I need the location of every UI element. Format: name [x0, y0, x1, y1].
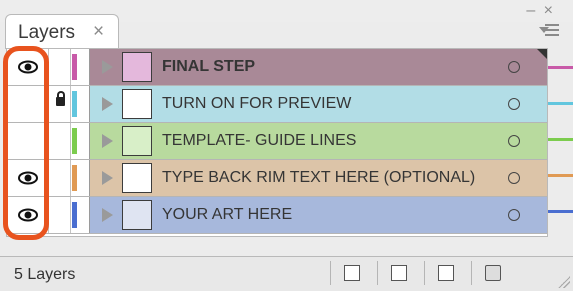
- tab-close-icon[interactable]: ×: [93, 21, 104, 43]
- layer-name[interactable]: YOUR ART HERE: [162, 206, 292, 224]
- target-circle-icon[interactable]: [508, 209, 520, 221]
- lock-toggle[interactable]: [49, 49, 71, 85]
- layer-row[interactable]: FINAL STEP: [7, 49, 547, 86]
- trash-icon: [485, 265, 501, 281]
- layer-name[interactable]: TYPE BACK RIM TEXT HERE (OPTIONAL): [162, 169, 475, 187]
- layer-body[interactable]: YOUR ART HERE: [90, 197, 547, 233]
- panel-footer: 5 Layers: [0, 256, 573, 291]
- layer-row[interactable]: TYPE BACK RIM TEXT HERE (OPTIONAL): [7, 160, 547, 197]
- disclosure-triangle-icon[interactable]: [102, 134, 113, 148]
- lock-toggle[interactable]: [49, 197, 71, 233]
- layers-panel: – × Layers × FINAL STEP TURN ON FOR PREVI…: [0, 0, 573, 291]
- layer-color-swatch: [72, 165, 77, 191]
- target-circle-icon[interactable]: [508, 61, 520, 73]
- lock-icon: [56, 91, 65, 106]
- disclosure-triangle-icon[interactable]: [102, 208, 113, 222]
- selected-art-indicator: [537, 49, 547, 59]
- target-circle-icon[interactable]: [508, 135, 520, 147]
- layer-name[interactable]: FINAL STEP: [162, 58, 255, 76]
- target-circle-icon[interactable]: [508, 98, 520, 110]
- layer-thumbnail: [122, 163, 152, 193]
- artboard-edge-final-step: [548, 66, 573, 69]
- layer-color-swatch: [72, 128, 77, 154]
- visibility-column-highlight: [3, 46, 49, 240]
- new-layer-icon: [438, 265, 454, 281]
- layer-thumbnail: [122, 89, 152, 119]
- artboard-edge-template: [548, 138, 573, 141]
- layer-row[interactable]: TEMPLATE- GUIDE LINES: [7, 123, 547, 160]
- target-circle-icon[interactable]: [508, 172, 520, 184]
- layer-name[interactable]: TURN ON FOR PREVIEW: [162, 95, 351, 113]
- window-controls[interactable]: – ×: [526, 2, 555, 20]
- layer-row[interactable]: TURN ON FOR PREVIEW: [7, 86, 547, 123]
- new-sublayer-icon: [391, 265, 407, 281]
- layer-count: 5 Layers: [14, 266, 76, 283]
- layer-body[interactable]: TYPE BACK RIM TEXT HERE (OPTIONAL): [90, 160, 547, 196]
- lock-toggle[interactable]: [49, 123, 71, 159]
- disclosure-triangle-icon[interactable]: [102, 171, 113, 185]
- layer-body[interactable]: TURN ON FOR PREVIEW: [90, 86, 547, 122]
- layer-color-swatch: [72, 54, 77, 80]
- disclosure-triangle-icon[interactable]: [102, 60, 113, 74]
- tab-layers-label: Layers: [18, 22, 76, 43]
- artboard-edge-preview: [548, 102, 573, 105]
- layer-body[interactable]: TEMPLATE- GUIDE LINES: [90, 123, 547, 159]
- layer-body[interactable]: FINAL STEP: [90, 49, 547, 85]
- artboard-edge-art: [548, 210, 573, 213]
- layer-color-swatch: [72, 91, 77, 117]
- disclosure-triangle-icon[interactable]: [102, 97, 113, 111]
- lock-toggle[interactable]: [49, 160, 71, 196]
- tab-layers[interactable]: Layers ×: [5, 14, 119, 49]
- layer-color-swatch: [72, 202, 77, 228]
- make-clipping-mask-button[interactable]: [330, 261, 371, 285]
- panel-menu-icon[interactable]: [539, 24, 559, 38]
- create-layer-button[interactable]: [424, 261, 465, 285]
- delete-layer-button[interactable]: [471, 261, 512, 285]
- clipping-mask-icon: [344, 265, 360, 281]
- layer-thumbnail: [122, 126, 152, 156]
- artboard-edge-rim-text: [548, 174, 573, 177]
- layer-thumbnail: [122, 200, 152, 230]
- create-sublayer-button[interactable]: [377, 261, 418, 285]
- layer-name[interactable]: TEMPLATE- GUIDE LINES: [162, 132, 356, 150]
- layers-list: FINAL STEP TURN ON FOR PREVIEW TEMPLATE- G…: [6, 48, 548, 237]
- layer-thumbnail: [122, 52, 152, 82]
- layer-row[interactable]: YOUR ART HERE: [7, 197, 547, 234]
- resize-grip-icon[interactable]: [558, 276, 570, 288]
- lock-toggle[interactable]: [49, 86, 71, 122]
